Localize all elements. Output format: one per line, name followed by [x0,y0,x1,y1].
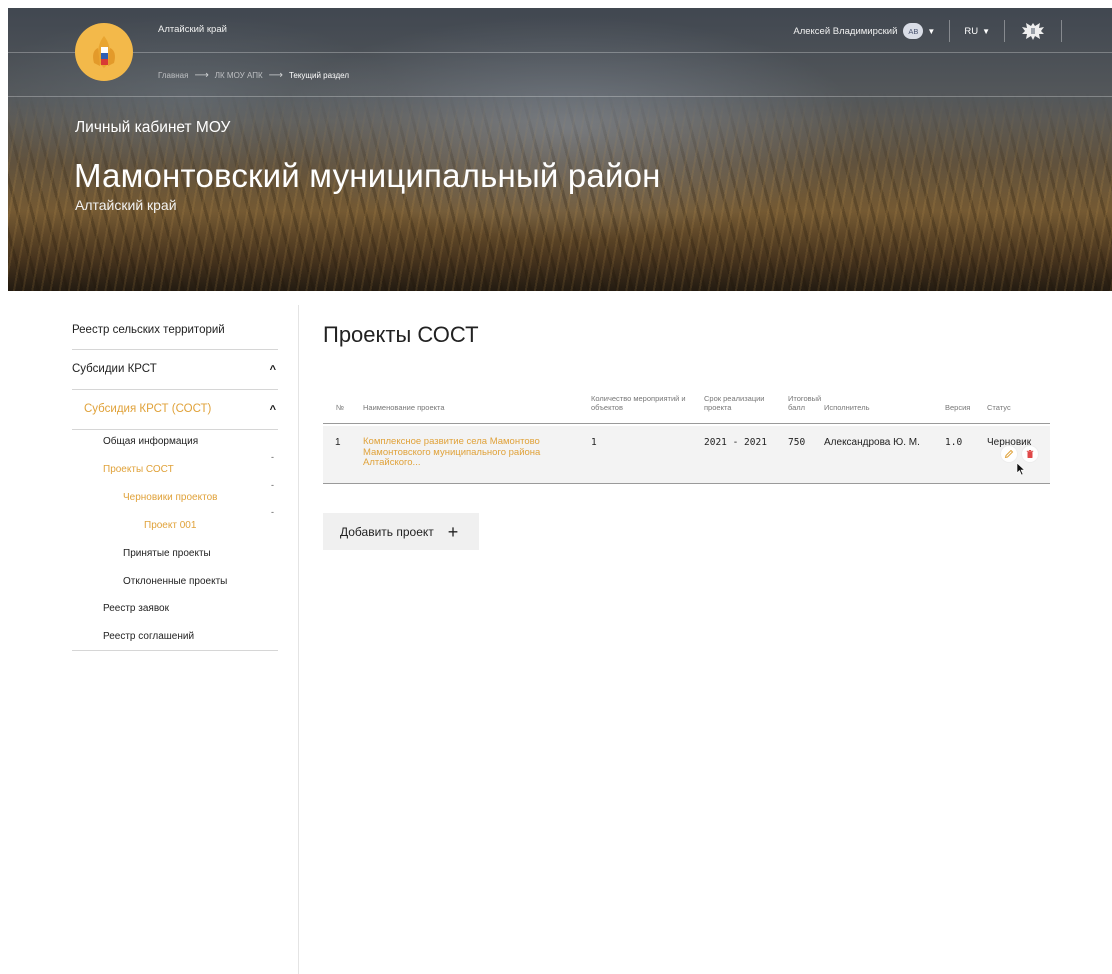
sidebar-item-rejected[interactable]: Отклоненные проекты [123,576,227,587]
header-user-area: Алексей Владимирский АВ ▼ RU ▼ [793,20,1112,42]
column-header-score: Итоговый балл [788,394,822,412]
delete-button[interactable] [1022,446,1038,462]
district-subtitle: Алтайский край [75,197,177,213]
sidebar: Реестр сельских территорий Субсидии КРСТ… [72,316,278,651]
sidebar-item-label: Субсидии КРСТ [72,363,157,375]
column-header-name: Наименование проекта [363,403,445,412]
collapse-marker[interactable]: - [271,480,274,490]
hero-banner: Алтайский край Главная ⟶ ЛК МОУ АПК ⟶ Те… [8,8,1112,291]
language-selector[interactable]: RU [964,26,978,37]
header-divider [8,52,1112,53]
cell-version: 1.0 [945,437,963,448]
cell-num: 1 [335,437,341,448]
cell-period: 2021 - 2021 [704,437,767,448]
sidebar-item-drafts[interactable]: Черновики проектов [123,492,217,503]
user-name[interactable]: Алексей Владимирский [793,26,897,37]
caret-down-icon[interactable]: ▼ [982,27,990,36]
column-header-period: Срок реализации проекта [704,394,765,412]
column-header-count: Количество мероприятий и объектов [591,394,686,412]
chevron-up-icon[interactable]: ^ [270,364,276,376]
section-title: Проекты СОСТ [323,322,479,347]
sidebar-item-krst-sost[interactable]: Субсидия КРСТ (СОСТ) ^ [72,390,278,429]
breadcrumb-item-home[interactable]: Главная [158,71,188,80]
sidebar-item-label: Реестр сельских территорий [72,324,225,336]
divider [1004,20,1005,42]
cell-executor: Александрова Ю. М. [824,437,920,448]
divider [949,20,951,42]
divider [72,650,278,651]
table-header: № Наименование проекта Количество меропр… [323,384,1050,424]
sidebar-submenu: Общая информация Проекты СОСТ - Черновик… [72,430,278,650]
collapse-marker[interactable]: - [271,452,274,462]
sidebar-item-agreements[interactable]: Реестр соглашений [103,631,194,642]
add-project-button[interactable]: Добавить проект + [323,513,479,550]
page-title: Мамонтовский муниципальный район [74,157,661,194]
sidebar-item-accepted[interactable]: Принятые проекты [123,548,211,559]
coat-of-arms-icon[interactable] [1019,20,1047,42]
sidebar-item-applications[interactable]: Реестр заявок [103,603,169,614]
region-label: Алтайский край [158,24,227,35]
sidebar-item-general-info[interactable]: Общая информация [103,436,198,447]
sidebar-item-rural-registry[interactable]: Реестр сельских территорий [72,316,278,349]
project-name-link[interactable]: Комплексное развитие села Мамонтово Мамо… [363,436,573,469]
column-header-executor: Исполнитель [824,403,870,412]
add-project-label: Добавить проект [340,524,434,539]
plus-icon: + [447,521,459,542]
pencil-icon [1004,449,1014,459]
column-header-num: № [336,403,345,412]
divider [1061,20,1062,42]
table-row[interactable]: 1 Комплексное развитие села Мамонтово Ма… [323,426,1050,484]
arrow-right-icon: ⟶ [268,70,283,81]
sidebar-divider [298,305,299,974]
breadcrumb-item-current: Текущий раздел [288,71,349,80]
sidebar-item-label: Субсидия КРСТ (СОСТ) [84,403,212,415]
cell-score: 750 [788,437,806,448]
column-header-status: Статус [987,403,1011,412]
mouse-cursor-icon [1016,462,1026,476]
column-header-version: Версия [945,403,971,412]
breadcrumb-divider [8,96,1112,97]
breadcrumb: Главная ⟶ ЛК МОУ АПК ⟶ Текущий раздел [158,70,349,81]
breadcrumb-item-cabinet[interactable]: ЛК МОУ АПК [215,71,263,80]
caret-down-icon[interactable]: ▼ [927,27,935,36]
cell-count: 1 [591,437,597,448]
wheat-logo-icon[interactable] [75,23,133,81]
sidebar-item-project-001[interactable]: Проект 001 [144,520,196,531]
arrow-right-icon: ⟶ [194,70,209,81]
sidebar-item-krst-subsidies[interactable]: Субсидии КРСТ ^ [72,350,278,389]
cabinet-title: Личный кабинет МОУ [75,119,231,136]
edit-button[interactable] [1001,446,1017,462]
trash-icon [1026,450,1034,458]
sidebar-item-sost-projects[interactable]: Проекты СОСТ [103,464,174,475]
chevron-up-icon[interactable]: ^ [270,404,276,416]
collapse-marker[interactable]: - [271,507,274,517]
avatar[interactable]: АВ [903,23,924,39]
